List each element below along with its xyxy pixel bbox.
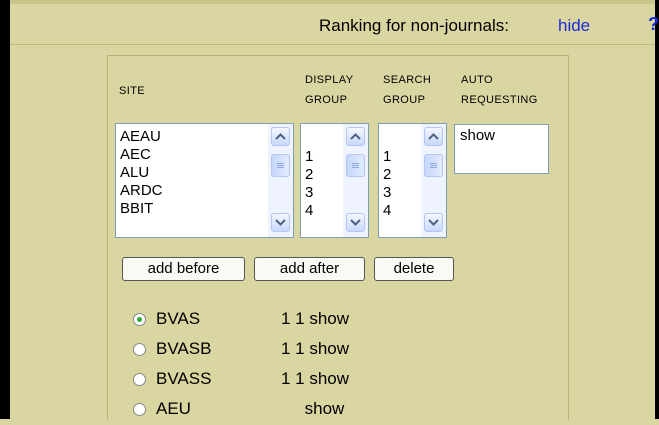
display-group-scrollbar[interactable] bbox=[343, 124, 368, 237]
chevron-up-icon bbox=[275, 133, 286, 140]
chevron-down-icon bbox=[350, 219, 361, 226]
entry-value: 1 1 show bbox=[281, 309, 350, 328]
search-group-scrollbar[interactable] bbox=[421, 124, 446, 237]
radio-button[interactable] bbox=[133, 343, 146, 356]
entry-value: 1 1 show bbox=[281, 339, 350, 358]
list-item[interactable]: 2 bbox=[305, 166, 313, 184]
auto-requesting-listbox[interactable]: show bbox=[454, 124, 549, 174]
scroll-up-button[interactable] bbox=[271, 127, 290, 146]
chevron-down-icon bbox=[428, 219, 439, 226]
display-group-header-line2: GROUP bbox=[305, 94, 348, 106]
add-after-button[interactable]: add after bbox=[254, 257, 365, 281]
entry-value: show bbox=[281, 399, 345, 418]
entry-name: BVASB bbox=[156, 339, 212, 358]
site-column-header: SITE bbox=[119, 85, 146, 97]
auto-requesting-header-line2: REQUESTING bbox=[461, 94, 538, 106]
radio-button[interactable] bbox=[133, 373, 146, 386]
display-group-listbox[interactable]: 1 2 3 4 bbox=[300, 123, 369, 238]
site-scrollbar[interactable] bbox=[268, 124, 293, 237]
entry-value: 1 1 show bbox=[281, 369, 350, 388]
help-link[interactable]: ? bbox=[648, 14, 659, 35]
scroll-thumb[interactable] bbox=[346, 154, 365, 177]
list-item[interactable]: AEAU bbox=[120, 128, 161, 146]
list-item[interactable]: 2 bbox=[383, 166, 391, 184]
hide-link[interactable]: hide bbox=[558, 16, 590, 36]
delete-button[interactable]: delete bbox=[374, 257, 454, 281]
scroll-thumb[interactable] bbox=[424, 154, 443, 177]
window-right-border bbox=[655, 0, 659, 419]
ranking-label: Ranking for non-journals: bbox=[319, 16, 509, 35]
list-item[interactable]: BBIT bbox=[120, 200, 153, 218]
chevron-up-icon bbox=[428, 133, 439, 140]
list-item[interactable]: ALU bbox=[120, 164, 149, 182]
ranking-panel: SITE DISPLAY GROUP SEARCH GROUP AUTO REQ… bbox=[107, 55, 569, 420]
list-item[interactable]: 3 bbox=[305, 184, 313, 202]
search-group-header-line2: GROUP bbox=[383, 94, 426, 106]
auto-requesting-header-line1: AUTO bbox=[461, 74, 493, 86]
list-item[interactable]: show bbox=[460, 127, 495, 144]
ranking-header-bar: Ranking for non-journals: hide ? bbox=[10, 4, 659, 45]
list-item[interactable]: 4 bbox=[305, 202, 313, 220]
radio-button[interactable] bbox=[133, 403, 146, 416]
scroll-down-button[interactable] bbox=[271, 213, 290, 232]
scroll-thumb[interactable] bbox=[271, 154, 290, 177]
scroll-down-button[interactable] bbox=[424, 213, 443, 232]
chevron-up-icon bbox=[350, 133, 361, 140]
entry-name: BVAS bbox=[156, 309, 201, 328]
list-item[interactable]: AEC bbox=[120, 146, 151, 164]
chevron-down-icon bbox=[275, 219, 286, 226]
list-item[interactable]: 3 bbox=[383, 184, 391, 202]
list-item[interactable]: 1 bbox=[305, 148, 313, 166]
radio-button[interactable] bbox=[133, 313, 146, 326]
search-group-listbox[interactable]: 1 2 3 4 bbox=[378, 123, 447, 238]
scroll-down-button[interactable] bbox=[346, 213, 365, 232]
list-item[interactable]: 1 bbox=[383, 148, 391, 166]
scroll-up-button[interactable] bbox=[424, 127, 443, 146]
window-left-border bbox=[0, 0, 10, 419]
entry-name: AEU bbox=[156, 399, 191, 418]
scroll-up-button[interactable] bbox=[346, 127, 365, 146]
add-before-button[interactable]: add before bbox=[122, 257, 245, 281]
list-item[interactable]: ARDC bbox=[120, 182, 163, 200]
search-group-header-line1: SEARCH bbox=[383, 74, 432, 86]
list-item[interactable]: 4 bbox=[383, 202, 391, 220]
site-listbox[interactable]: AEAU AEC ALU ARDC BBIT bbox=[115, 123, 294, 238]
radio-selected-dot bbox=[137, 317, 142, 322]
entry-name: BVASS bbox=[156, 369, 212, 388]
display-group-header-line1: DISPLAY bbox=[305, 74, 354, 86]
